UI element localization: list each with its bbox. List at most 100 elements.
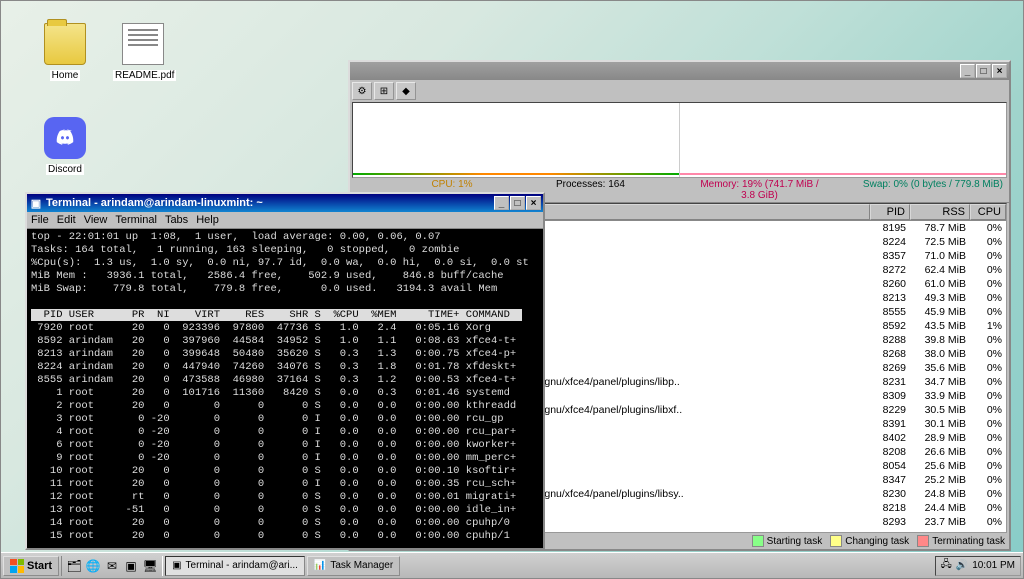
ql-files-icon[interactable]: 🗂 <box>65 557 83 575</box>
legend-change-swatch <box>830 535 842 547</box>
menu-tabs[interactable]: Tabs <box>165 214 188 226</box>
ql-terminal-icon[interactable]: ▣ <box>122 557 140 575</box>
col-rss[interactable]: RSS <box>910 204 970 220</box>
ql-desktop-icon[interactable]: 🖥 <box>141 557 159 575</box>
discord-icon <box>44 117 86 159</box>
taskbar-item-terminal[interactable]: ▣ Terminal - arindam@ari... <box>165 556 305 576</box>
cell-rss: 61.0 MiB <box>910 278 970 290</box>
document-icon <box>122 23 164 65</box>
cell-pid: 8230 <box>870 488 910 500</box>
desktop-icon-home[interactable]: Home <box>35 23 95 81</box>
terminal-menubar: File Edit View Terminal Tabs Help <box>27 212 543 229</box>
cell-cpu: 0% <box>970 390 1006 402</box>
icon-label: Home <box>50 70 81 81</box>
ql-browser-icon[interactable]: 🌐 <box>84 557 102 575</box>
menu-edit[interactable]: Edit <box>57 214 76 226</box>
cell-rss: 30.1 MiB <box>910 418 970 430</box>
icon-label: README.pdf <box>113 70 176 81</box>
cell-cpu: 1% <box>970 320 1006 332</box>
cell-pid: 8054 <box>870 460 910 472</box>
taskmgr-titlebar[interactable]: _ □ × <box>350 62 1009 80</box>
cell-rss: 78.7 MiB <box>910 222 970 234</box>
close-button[interactable]: × <box>526 196 541 210</box>
desktop-icon-discord[interactable]: Discord <box>35 117 95 175</box>
cell-cpu: 0% <box>970 460 1006 472</box>
legend-term-swatch <box>917 535 929 547</box>
close-button[interactable]: × <box>992 64 1007 78</box>
cell-cpu: 0% <box>970 362 1006 374</box>
desktop-icon-readme[interactable]: README.pdf <box>113 23 173 81</box>
cell-cpu: 0% <box>970 516 1006 528</box>
minimize-button[interactable]: _ <box>960 64 975 78</box>
tool-tree-icon[interactable]: ⊞ <box>374 82 394 100</box>
menu-file[interactable]: File <box>31 214 49 226</box>
system-tray: 🖧 🔊 10:01 PM <box>935 556 1021 576</box>
swap-stat: Swap: 0% (0 bytes / 779.8 MiB) <box>827 179 1007 201</box>
maximize-button[interactable]: □ <box>510 196 525 210</box>
cell-cpu: 0% <box>970 306 1006 318</box>
terminal-title: Terminal - arindam@arindam-linuxmint: ~ <box>46 197 263 209</box>
cell-rss: 24.4 MiB <box>910 502 970 514</box>
cell-rss: 25.2 MiB <box>910 474 970 486</box>
cell-rss: 49.3 MiB <box>910 292 970 304</box>
cell-cpu: 0% <box>970 432 1006 444</box>
cell-pid: 8555 <box>870 306 910 318</box>
tool-filter-icon[interactable]: ◆ <box>396 82 416 100</box>
cell-cpu: 0% <box>970 278 1006 290</box>
menu-help[interactable]: Help <box>196 214 219 226</box>
terminal-titlebar[interactable]: ▣ Terminal - arindam@arindam-linuxmint: … <box>27 194 543 212</box>
cell-rss: 38.0 MiB <box>910 348 970 360</box>
tray-volume-icon[interactable]: 🔊 <box>956 560 968 571</box>
cell-cpu: 0% <box>970 418 1006 430</box>
quick-launch: 🗂 🌐 ✉ ▣ 🖥 <box>61 556 163 576</box>
cell-pid: 8213 <box>870 292 910 304</box>
tray-network-icon[interactable]: 🖧 <box>941 557 952 574</box>
memory-graph <box>680 103 1006 177</box>
cell-cpu: 0% <box>970 222 1006 234</box>
cell-pid: 8195 <box>870 222 910 234</box>
legend-change-label: Changing task <box>845 536 909 547</box>
cell-rss: 43.5 MiB <box>910 320 970 332</box>
cell-rss: 45.9 MiB <box>910 306 970 318</box>
ql-mail-icon[interactable]: ✉ <box>103 557 121 575</box>
cell-pid: 8231 <box>870 376 910 388</box>
cell-cpu: 0% <box>970 334 1006 346</box>
clock[interactable]: 10:01 PM <box>972 560 1015 571</box>
taskbar-item-label: Task Manager <box>330 560 393 571</box>
legend-start-label: Starting task <box>767 536 823 547</box>
menu-terminal[interactable]: Terminal <box>115 214 157 226</box>
cell-pid: 8218 <box>870 502 910 514</box>
start-button[interactable]: Start <box>3 556 59 576</box>
maximize-button[interactable]: □ <box>976 64 991 78</box>
tool-settings-icon[interactable]: ⚙ <box>352 82 372 100</box>
minimize-button[interactable]: _ <box>494 196 509 210</box>
cpu-graph <box>353 103 680 177</box>
col-cpu[interactable]: CPU <box>970 204 1006 220</box>
cell-pid: 8269 <box>870 362 910 374</box>
col-pid[interactable]: PID <box>870 204 910 220</box>
terminal-body[interactable]: top - 22:01:01 up 1:08, 1 user, load ave… <box>27 229 543 548</box>
cell-rss: 35.6 MiB <box>910 362 970 374</box>
cell-pid: 8391 <box>870 418 910 430</box>
legend-term-label: Terminating task <box>932 536 1005 547</box>
cell-rss: 71.0 MiB <box>910 250 970 262</box>
cell-pid: 8260 <box>870 278 910 290</box>
taskbar-item-label: Terminal - arindam@ari... <box>186 560 298 571</box>
cell-cpu: 0% <box>970 474 1006 486</box>
legend-start-swatch <box>752 535 764 547</box>
cell-cpu: 0% <box>970 376 1006 388</box>
cell-pid: 8402 <box>870 432 910 444</box>
menu-view[interactable]: View <box>84 214 108 226</box>
cell-rss: 62.4 MiB <box>910 264 970 276</box>
cell-cpu: 0% <box>970 348 1006 360</box>
taskbar-item-icon: ▣ <box>172 560 181 571</box>
taskbar-item-taskmgr[interactable]: 📊 Task Manager <box>307 556 400 576</box>
terminal-icon: ▣ <box>29 196 43 210</box>
cell-rss: 39.8 MiB <box>910 334 970 346</box>
cell-pid: 8357 <box>870 250 910 262</box>
cell-pid: 8272 <box>870 264 910 276</box>
cell-pid: 8293 <box>870 516 910 528</box>
cell-pid: 8208 <box>870 446 910 458</box>
windows-logo-icon <box>10 559 24 573</box>
cell-rss: 30.5 MiB <box>910 404 970 416</box>
